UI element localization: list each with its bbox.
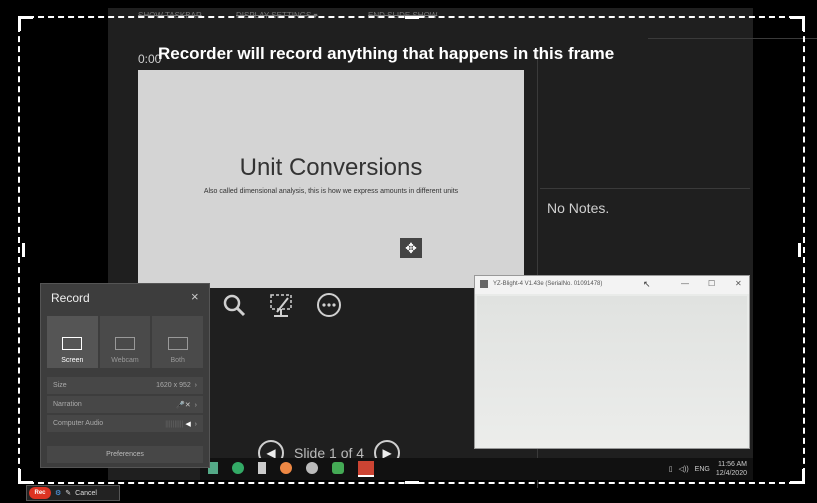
size-label: Size [53, 382, 67, 389]
computer-audio-label: Computer Audio [53, 420, 104, 427]
preferences-button[interactable]: Preferences [47, 446, 203, 463]
speaker-icon: ◀ [185, 420, 191, 428]
close-icon[interactable]: × [191, 289, 199, 304]
frame-corner-handle[interactable] [790, 16, 805, 31]
narration-label: Narration [53, 401, 82, 408]
frame-side-handle[interactable] [798, 243, 801, 257]
mode-screen-button[interactable]: Screen [47, 316, 98, 368]
rec-button[interactable]: Rec [29, 487, 51, 499]
mode-label: Webcam [111, 357, 139, 364]
desktop-background: SHOW TASKBAR DISPLAY SETTINGS ▾ END SLID… [0, 0, 817, 503]
audio-level-meter: |||||||||| [165, 420, 184, 428]
mode-label: Screen [61, 357, 84, 364]
frame-corner-handle[interactable] [790, 469, 805, 484]
mode-both-button[interactable]: Both [152, 316, 204, 368]
chevron-right-icon: › [194, 382, 197, 389]
record-panel-title: Record [51, 291, 90, 305]
frame-side-handle[interactable] [405, 481, 419, 484]
frame-corner-handle[interactable] [18, 16, 33, 31]
computer-audio-row[interactable]: Computer Audio |||||||||| ◀ › [47, 415, 203, 432]
webcam-icon [115, 337, 135, 350]
monitor-webcam-icon [167, 337, 188, 350]
chevron-right-icon: › [194, 401, 197, 409]
recorder-bottom-bar: Rec ⚙ ✎ Cancel [26, 485, 120, 501]
size-row[interactable]: Size 1620 x 952 › [47, 377, 203, 394]
frame-corner-handle[interactable] [18, 469, 33, 484]
record-panel: Record × Screen Webcam Both Size 1620 x … [40, 283, 210, 468]
chevron-right-icon: › [194, 420, 197, 428]
frame-side-handle[interactable] [22, 243, 25, 257]
narration-row[interactable]: Narration 🎤✕ › [47, 396, 203, 413]
gear-icon[interactable]: ⚙ [55, 489, 61, 497]
frame-side-handle[interactable] [405, 16, 419, 19]
mode-label: Both [170, 357, 185, 364]
mode-webcam-button[interactable]: Webcam [99, 316, 151, 368]
capture-mode-selector: Screen Webcam Both [47, 316, 204, 368]
cancel-button[interactable]: Cancel [75, 490, 97, 497]
microphone-muted-icon: 🎤✕ [176, 401, 191, 409]
size-value: 1620 x 952 [156, 382, 191, 389]
monitor-icon [62, 337, 83, 350]
pencil-icon[interactable]: ✎ [65, 489, 71, 497]
